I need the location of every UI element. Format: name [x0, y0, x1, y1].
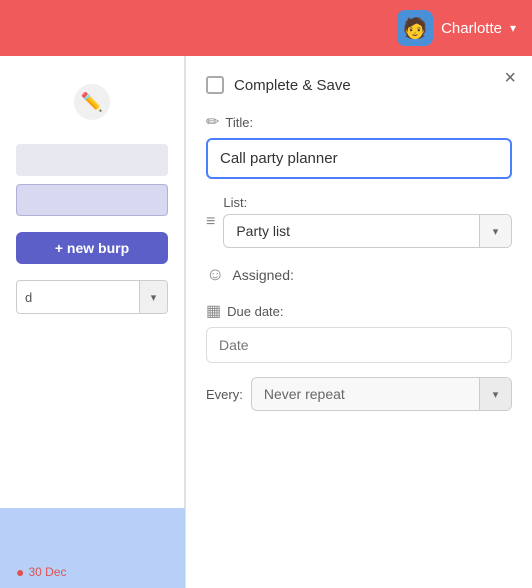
search-bar-placeholder	[16, 144, 168, 176]
user-name: Charlotte	[441, 20, 502, 37]
complete-save-row: Complete & Save	[206, 76, 512, 94]
assigned-label: Assigned:	[232, 267, 293, 283]
every-row: Every: Never repeat ▾	[206, 377, 512, 411]
date-text: 30 Dec	[28, 565, 66, 579]
edit-icon-area: ✏️	[0, 56, 184, 136]
list-dropdown[interactable]: Party list ▾	[223, 214, 512, 248]
user-menu[interactable]: 🧑 Charlotte ▾	[397, 10, 516, 46]
every-dropdown-caret-icon[interactable]: ▾	[479, 378, 511, 410]
list-label: List:	[223, 195, 512, 210]
close-button[interactable]: ×	[504, 68, 516, 88]
left-panel: ✏️ + new burp d ▾ ● 30 Dec	[0, 56, 185, 588]
new-burp-label: + new burp	[55, 240, 129, 256]
filter-dropdown-value: d	[17, 290, 139, 305]
filter-dropdown-caret-icon[interactable]: ▾	[139, 280, 167, 314]
list-dropdown-caret-icon[interactable]: ▾	[479, 215, 511, 247]
complete-save-label: Complete & Save	[234, 77, 351, 94]
calendar-block: ● 30 Dec	[0, 508, 185, 588]
title-pencil-icon: ✏	[206, 112, 219, 132]
every-label: Every:	[206, 387, 243, 402]
edit-icon[interactable]: ✏️	[74, 84, 110, 120]
task-modal: × Complete & Save ✏ Title: ≡ List: Party…	[185, 56, 532, 588]
app-header: 🧑 Charlotte ▾	[0, 0, 532, 56]
list-row: ≡ List: Party list ▾	[206, 195, 512, 248]
due-date-input[interactable]	[206, 327, 512, 363]
red-dot-icon: ●	[16, 564, 24, 580]
title-field-group: ✏ Title:	[206, 112, 512, 179]
every-dropdown[interactable]: Never repeat ▾	[251, 377, 512, 411]
due-date-label-text: Due date:	[227, 304, 283, 319]
smiley-icon: ☺	[206, 264, 224, 285]
user-menu-chevron-icon: ▾	[510, 21, 516, 35]
calendar-date-label: ● 30 Dec	[16, 564, 67, 580]
due-date-group: ▦ Due date:	[206, 301, 512, 363]
new-burp-button[interactable]: + new burp	[16, 232, 168, 264]
calendar-icon: ▦	[206, 301, 221, 321]
filter-dropdown[interactable]: d ▾	[16, 280, 168, 314]
list-lines-icon: ≡	[206, 213, 215, 231]
avatar: 🧑	[397, 10, 433, 46]
item-bar	[16, 184, 168, 216]
assigned-row: ☺ Assigned:	[206, 264, 512, 285]
complete-save-checkbox[interactable]	[206, 76, 224, 94]
list-dropdown-value: Party list	[224, 215, 479, 247]
title-label-text: Title:	[225, 115, 253, 130]
due-date-label: ▦ Due date:	[206, 301, 512, 321]
every-dropdown-value: Never repeat	[252, 378, 479, 410]
title-input[interactable]	[206, 138, 512, 179]
title-label: ✏ Title:	[206, 112, 512, 132]
